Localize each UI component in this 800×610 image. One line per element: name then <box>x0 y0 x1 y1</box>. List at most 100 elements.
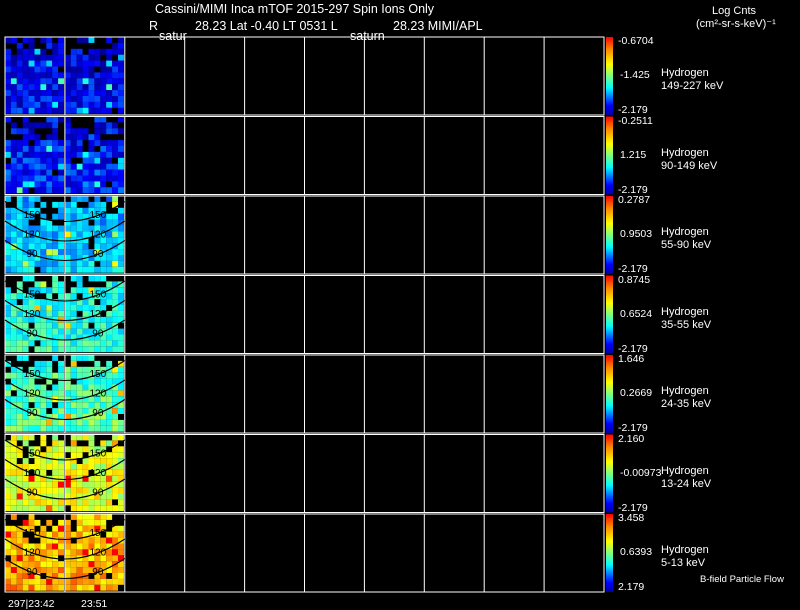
heatmap-cell <box>88 187 95 194</box>
heatmap-cell <box>52 452 59 459</box>
heatmap-cell <box>106 310 113 317</box>
heatmap-cell <box>70 514 77 520</box>
heatmap-cell <box>70 293 77 300</box>
heatmap-cell <box>58 48 64 55</box>
heatmap-cell <box>82 66 89 73</box>
heatmap-cell <box>40 505 47 512</box>
heatmap-cell <box>5 464 11 470</box>
heatmap-cell <box>46 346 53 353</box>
contour-label: 90 <box>92 567 104 578</box>
heatmap-cell <box>70 207 77 214</box>
heatmap-cell <box>112 181 118 188</box>
heatmap-cell <box>22 60 29 67</box>
heatmap-cell <box>5 90 11 96</box>
heatmap-cell <box>82 408 89 414</box>
heatmap-cell <box>112 175 118 182</box>
heatmap-cell <box>40 287 47 294</box>
panel-species-label: Hydrogen <box>661 385 709 397</box>
heatmap-cell <box>22 201 29 208</box>
heatmap-cell <box>40 469 47 476</box>
heatmap-cell <box>22 275 29 282</box>
heatmap-cell <box>52 561 59 568</box>
heatmap-cell <box>94 360 101 367</box>
heatmap-cell <box>88 37 95 43</box>
heatmap-cell <box>82 584 89 591</box>
heatmap-cell <box>70 54 77 61</box>
heatmap-cell <box>40 434 47 441</box>
heatmap-cell <box>118 140 124 146</box>
heatmap-cell <box>82 128 89 135</box>
heatmap-cell <box>70 181 77 188</box>
heatmap-cell <box>112 408 118 414</box>
heatmap-cell <box>58 519 64 526</box>
heatmap-cell <box>70 134 77 141</box>
heatmap-cell <box>70 355 77 361</box>
heatmap-cell <box>94 72 101 79</box>
heatmap-cell <box>82 163 89 170</box>
heatmap-cell <box>10 434 17 441</box>
heatmap-cell <box>70 487 77 494</box>
heatmap-cell <box>118 84 124 91</box>
heatmap-cell <box>70 340 77 347</box>
heatmap-cell <box>112 390 118 397</box>
heatmap-cell <box>64 372 71 379</box>
heatmap-cell <box>58 90 64 96</box>
heatmap-cell <box>5 66 11 73</box>
heatmap-cell <box>16 48 23 55</box>
heatmap-cell <box>46 452 53 459</box>
heatmap-cell <box>40 266 47 273</box>
heatmap-cell <box>76 196 83 202</box>
heatmap-cell <box>58 328 64 335</box>
heatmap-cell <box>40 96 47 102</box>
heatmap-cell <box>82 525 89 532</box>
panel-energy-label: 90-149 keV <box>661 159 718 172</box>
heatmap-cell <box>76 408 83 414</box>
heatmap-cell <box>64 122 71 129</box>
heatmap-cell <box>112 493 118 500</box>
heatmap-cell <box>70 196 77 202</box>
heatmap-cell <box>46 42 53 49</box>
heatmap-cell <box>58 181 64 188</box>
heatmap-cell <box>82 366 89 373</box>
contour-label: 90 <box>92 249 104 260</box>
heatmap-cell <box>16 169 23 176</box>
heatmap-cell <box>46 260 53 267</box>
heatmap-cell <box>46 101 53 108</box>
heatmap-cell <box>88 54 95 61</box>
heatmap-cell <box>28 122 35 129</box>
heatmap-cell <box>88 66 95 73</box>
heatmap-cell <box>118 37 124 43</box>
heatmap-cell <box>70 543 77 550</box>
heatmap-cell <box>58 231 64 238</box>
heatmap-cell <box>16 531 23 538</box>
heatmap-cell <box>10 101 17 108</box>
heatmap-cell <box>118 116 124 123</box>
heatmap-cell <box>64 151 71 158</box>
heatmap-cell <box>100 584 107 591</box>
heatmap-cell <box>76 207 83 214</box>
heatmap-cell <box>52 384 59 391</box>
heatmap-cell <box>76 452 83 459</box>
heatmap-cell <box>100 275 107 282</box>
heatmap-cell <box>76 101 83 108</box>
heatmap-cell <box>100 578 107 585</box>
heatmap-cell <box>52 469 59 476</box>
heatmap-cell <box>76 266 83 273</box>
heatmap-cell <box>16 414 23 420</box>
heatmap-cell <box>10 531 17 538</box>
heatmap-cell <box>16 346 23 353</box>
heatmap-cell <box>46 122 53 129</box>
heatmap-cell <box>100 419 107 426</box>
heatmap-cell <box>112 346 118 353</box>
heatmap-cell <box>52 487 59 494</box>
heatmap-cell <box>52 163 59 170</box>
heatmap-cell <box>40 481 47 488</box>
heatmap-cell <box>34 90 41 96</box>
heatmap-cell <box>76 340 83 347</box>
time-left-label: 297|23:42 <box>8 598 55 610</box>
heatmap-cell <box>94 96 101 102</box>
heatmap-cell <box>64 425 71 432</box>
heatmap-cell <box>34 196 41 202</box>
heatmap-cell <box>112 140 118 146</box>
heatmap-cell <box>82 169 89 176</box>
